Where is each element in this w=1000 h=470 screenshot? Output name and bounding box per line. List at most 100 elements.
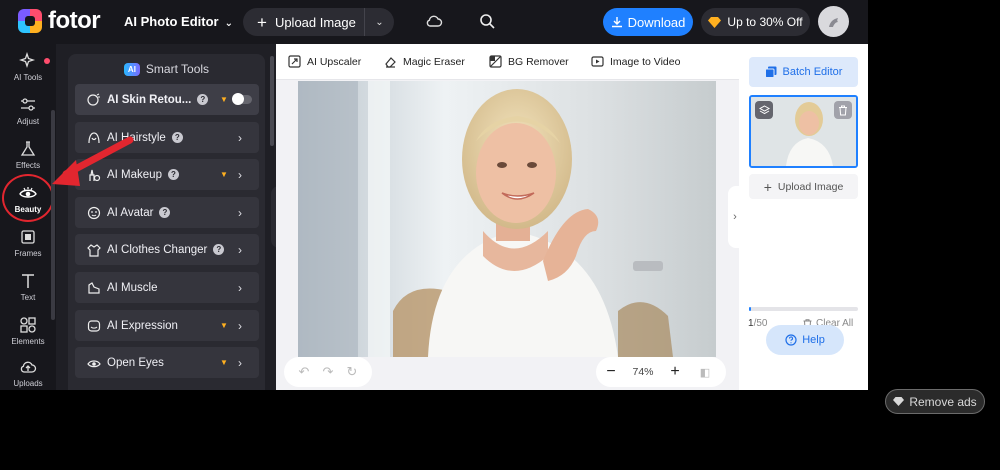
zoom-out-button[interactable]: − <box>596 363 626 381</box>
tool-open-eyes[interactable]: Open Eyes ▼ › <box>75 347 259 378</box>
search-icon[interactable] <box>479 13 495 34</box>
chevron-right-icon: › <box>238 205 242 220</box>
fotor-logo[interactable]: fotor <box>18 7 101 34</box>
help-icon[interactable]: ? <box>167 169 179 180</box>
cloud-upload-icon <box>20 361 37 373</box>
editor-title-dropdown[interactable]: AI Photo Editor ⌄ <box>124 14 233 29</box>
tool-ai-clothes-changer[interactable]: AI Clothes Changer ? › <box>75 234 259 265</box>
user-avatar[interactable] <box>818 6 849 37</box>
history-controls: ↶ ↷ ↻ <box>284 357 372 387</box>
magic-eraser-button[interactable]: Magic Eraser <box>384 55 465 68</box>
zoom-in-button[interactable]: + <box>660 363 690 381</box>
chevron-right-icon: › <box>238 355 242 370</box>
tool-ai-avatar[interactable]: AI Avatar ? › <box>75 197 259 228</box>
help-icon[interactable]: ? <box>213 244 225 255</box>
ai-tools-toolbar: AI Upscaler Magic Eraser BG Remover Imag… <box>276 44 739 80</box>
rail-item-elements[interactable]: Elements <box>0 316 56 356</box>
remove-ads-label: Remove ads <box>909 394 977 409</box>
rail-label: Text <box>20 293 36 302</box>
chevron-right-icon: › <box>238 280 242 295</box>
batch-icon <box>764 66 777 78</box>
undo-icon[interactable]: ↶ <box>299 364 310 380</box>
tool-ai-expression[interactable]: AI Expression ▼ › <box>75 310 259 341</box>
rail-label: Elements <box>11 337 45 346</box>
upload-image-button[interactable]: + Upload Image <box>243 8 365 36</box>
expand-panel-handle[interactable]: › <box>728 186 742 248</box>
download-label: Download <box>627 14 686 30</box>
tools-panel-scrollbar[interactable] <box>270 56 274 146</box>
chevron-right-icon: › <box>238 167 242 182</box>
batch-progress-bar <box>749 307 858 311</box>
upload-image-group: + Upload Image ⌄ <box>243 8 394 36</box>
chevron-right-icon: › <box>238 242 242 257</box>
compare-icon[interactable]: ◧ <box>690 366 720 379</box>
offer-button[interactable]: Up to 30% Off <box>701 8 810 36</box>
redo-icon[interactable]: ↷ <box>323 364 334 380</box>
batch-editor-button[interactable]: Batch Editor <box>749 57 858 87</box>
rail-label: AI Tools <box>13 73 43 82</box>
crown-icon: ▼ <box>220 321 228 330</box>
expression-icon <box>87 319 101 333</box>
annotation-arrow <box>52 136 134 186</box>
rail-item-text[interactable]: Text <box>0 272 56 312</box>
tool-ai-skin-retouch[interactable]: AI Skin Retou... ? ▼ <box>75 84 259 115</box>
logo-text: fotor <box>48 7 101 34</box>
download-icon <box>611 17 622 28</box>
shapes-icon <box>20 317 36 333</box>
upscale-icon <box>288 55 301 68</box>
edited-photo[interactable] <box>298 81 716 357</box>
tool-label: AI Skin Retou... <box>107 93 192 106</box>
notification-dot <box>44 58 50 64</box>
tool-label: AI Avatar <box>107 206 154 219</box>
chevron-down-icon: ⌄ <box>375 16 384 28</box>
rail-label: Uploads <box>13 379 43 388</box>
help-icon[interactable]: ? <box>197 94 209 105</box>
tool-ai-muscle[interactable]: AI Muscle › <box>75 272 259 303</box>
text-icon <box>22 274 34 288</box>
flask-icon <box>20 141 36 156</box>
editor-title-label: AI Photo Editor <box>124 14 219 29</box>
bg-remover-button[interactable]: BG Remover <box>489 55 569 68</box>
zoom-value[interactable]: 74% <box>626 366 660 378</box>
smart-tools-title: Smart Tools <box>145 62 210 76</box>
tool-label: Open Eyes <box>107 356 164 369</box>
add-image-button[interactable]: + Upload Image <box>749 174 858 199</box>
rail-item-frames[interactable]: Frames <box>0 228 56 268</box>
history-reset-icon[interactable]: ↻ <box>347 364 358 380</box>
face-retouch-icon <box>87 93 101 107</box>
toolbar-label: BG Remover <box>508 55 569 68</box>
canvas-area: AI Upscaler Magic Eraser BG Remover Imag… <box>276 44 739 390</box>
diamond-icon <box>708 16 722 28</box>
ai-upscaler-button[interactable]: AI Upscaler <box>288 55 361 68</box>
upload-dropdown-button[interactable]: ⌄ <box>365 17 394 28</box>
plus-icon: + <box>257 12 267 32</box>
tool-label: AI Clothes Changer <box>107 243 208 256</box>
add-image-label: Upload Image <box>777 180 844 193</box>
download-button[interactable]: Download <box>603 8 693 36</box>
zoom-controls: − 74% + ◧ <box>596 357 726 387</box>
remove-ads-button[interactable]: Remove ads <box>885 389 985 414</box>
shirt-icon <box>87 243 101 257</box>
help-icon[interactable]: ? <box>171 132 183 143</box>
rail-item-ai-tools[interactable]: AI Tools <box>0 52 56 92</box>
layers-icon[interactable] <box>755 101 773 119</box>
help-icon[interactable]: ? <box>159 207 171 218</box>
video-icon <box>591 56 604 67</box>
rail-item-uploads[interactable]: Uploads <box>0 358 56 390</box>
image-thumbnail[interactable] <box>749 95 858 168</box>
sparkle-icon <box>19 52 36 69</box>
smart-tools-header: AI Smart Tools <box>68 54 265 84</box>
help-button[interactable]: Help <box>766 325 844 355</box>
logo-mark-icon <box>18 9 42 33</box>
skin-retouch-toggle[interactable] <box>232 93 252 105</box>
batch-panel: › Batch Editor + Upload Image 1/50 Clear… <box>728 44 868 390</box>
chevron-right-icon: › <box>238 130 242 145</box>
plus-icon: + <box>763 178 772 195</box>
cloud-icon[interactable] <box>425 13 443 34</box>
diamond-icon <box>893 397 905 406</box>
trash-icon[interactable] <box>834 101 852 119</box>
chevron-down-icon: ⌄ <box>224 18 233 29</box>
portrait-photo <box>298 81 716 357</box>
rail-label: Effects <box>15 161 41 170</box>
image-to-video-button[interactable]: Image to Video <box>591 55 680 68</box>
